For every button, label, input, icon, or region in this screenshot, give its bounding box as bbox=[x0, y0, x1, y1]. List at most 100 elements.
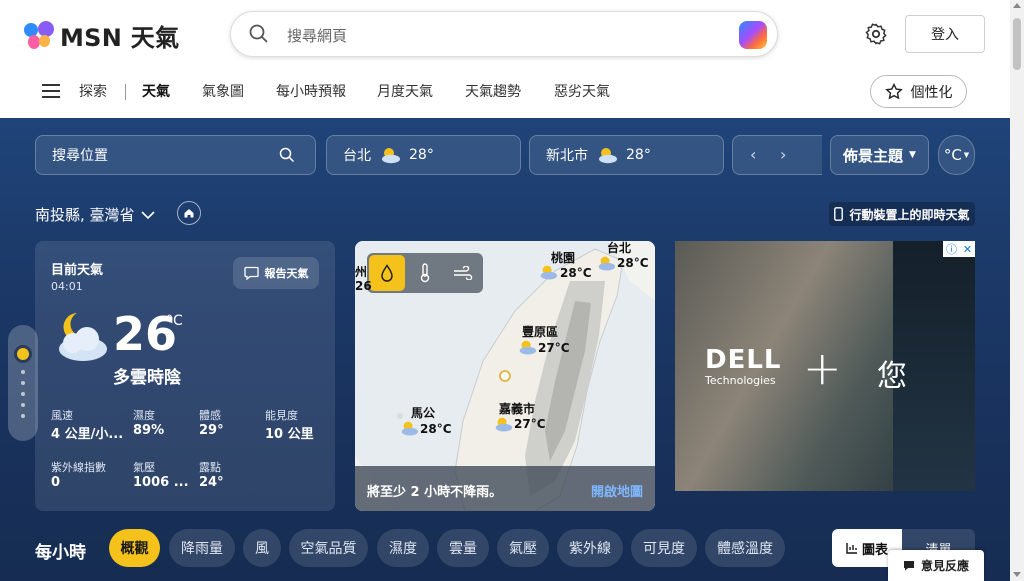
ad-choices-badge[interactable]: ⓘ ✕ bbox=[943, 241, 975, 257]
chip-feels-like[interactable]: 體感溫度 bbox=[705, 529, 785, 567]
partly-sunny-icon bbox=[382, 148, 400, 164]
partly-sunny-icon bbox=[519, 340, 537, 355]
chip-wind[interactable]: 風 bbox=[243, 529, 281, 567]
stat-label-visibility: 能見度 bbox=[265, 409, 298, 422]
stat-label-humidity: 濕度 bbox=[133, 409, 155, 422]
star-edit-icon bbox=[884, 82, 903, 99]
city-name: 新北市 bbox=[546, 148, 588, 164]
map-label-partial-name: 州 bbox=[355, 265, 368, 279]
current-weather-card: 目前天氣 04:01 報告天氣 26 °C 多雲時陰 風速 4 公里/小... … bbox=[35, 241, 335, 511]
stat-label-dew-point: 露點 bbox=[199, 461, 221, 474]
stat-value-dew-point: 24° bbox=[199, 475, 224, 490]
stat-value-wind: 4 公里/小... bbox=[51, 427, 124, 442]
ad-brand-sub: Technologies bbox=[705, 374, 776, 387]
home-icon bbox=[184, 209, 194, 218]
close-icon[interactable]: ✕ bbox=[963, 243, 972, 256]
msn-logo[interactable]: MSN 天氣 bbox=[24, 18, 179, 53]
precipitation-layer-button[interactable] bbox=[369, 255, 405, 291]
chip-uv[interactable]: 紫外線 bbox=[557, 529, 623, 567]
gear-icon[interactable] bbox=[864, 22, 888, 46]
mobile-label: 行動裝置上的即時天氣 bbox=[849, 207, 970, 222]
weather-map[interactable]: 州 26 桃園 28°C 台北 28°C 豐原區 27°C 嘉義市 27°C 馬… bbox=[355, 241, 655, 511]
hamburger-menu-icon[interactable] bbox=[42, 84, 60, 102]
open-map-link[interactable]: 開啟地圖 bbox=[591, 481, 643, 500]
stat-value-feels-like: 29° bbox=[199, 423, 224, 438]
rail-dot[interactable] bbox=[21, 403, 25, 407]
chevron-right-icon[interactable]: › bbox=[780, 145, 786, 164]
map-footer: 將至少 2 小時不降雨。 開啟地圖 bbox=[355, 466, 655, 511]
city-chip-new-taipei[interactable]: 新北市 28° bbox=[529, 135, 724, 175]
mobile-live-weather-button[interactable]: 行動裝置上的即時天氣 bbox=[829, 202, 975, 226]
rail-dot[interactable] bbox=[21, 370, 25, 374]
chip-humidity[interactable]: 濕度 bbox=[377, 529, 429, 567]
stat-label-uv: 紫外線指數 bbox=[51, 461, 106, 474]
theme-label: 佈景主題 bbox=[843, 146, 904, 165]
phone-icon bbox=[834, 207, 844, 221]
map-label-partial-temp: 26 bbox=[355, 279, 372, 293]
chart-icon bbox=[846, 543, 857, 554]
region-selector[interactable]: 南投縣, 臺灣省 bbox=[35, 204, 155, 225]
wind-icon bbox=[454, 266, 473, 280]
home-location-button[interactable] bbox=[177, 201, 201, 225]
rail-dot[interactable] bbox=[21, 392, 25, 396]
map-label-taipei-temp: 28°C bbox=[617, 256, 649, 270]
advertisement[interactable]: DELL Technologies + 您 ⓘ ✕ bbox=[675, 241, 975, 491]
sun-indicator-icon bbox=[14, 345, 32, 363]
page-scrollbar[interactable] bbox=[1010, 0, 1024, 581]
chip-visibility[interactable]: 可見度 bbox=[631, 529, 697, 567]
scroll-down-arrow-icon[interactable] bbox=[1013, 572, 1021, 577]
chevron-down-icon bbox=[140, 210, 155, 219]
temperature-layer-button[interactable] bbox=[407, 255, 443, 291]
map-label-chiayi-temp: 27°C bbox=[514, 417, 546, 431]
search-icon bbox=[249, 24, 268, 43]
chevron-left-icon[interactable]: ‹ bbox=[750, 145, 756, 164]
scroll-up-arrow-icon[interactable] bbox=[1013, 3, 1021, 8]
region-label: 南投縣, 臺灣省 bbox=[35, 206, 135, 224]
copilot-icon[interactable] bbox=[739, 21, 767, 49]
nav-item-weather[interactable]: 天氣 bbox=[142, 81, 170, 101]
report-weather-button[interactable]: 報告天氣 bbox=[233, 257, 319, 289]
stat-label-pressure: 氣壓 bbox=[133, 461, 155, 474]
city-chip-overflow[interactable] bbox=[732, 135, 822, 175]
chip-pressure[interactable]: 氣壓 bbox=[497, 529, 549, 567]
personalize-button[interactable]: 個性化 bbox=[870, 75, 967, 108]
chevron-down-icon: ▼ bbox=[963, 151, 970, 159]
partly-sunny-icon bbox=[495, 417, 513, 432]
chip-precipitation[interactable]: 降雨量 bbox=[169, 529, 235, 567]
stat-value-visibility: 10 公里 bbox=[265, 427, 314, 442]
city-chip-taipei[interactable]: 台北 28° bbox=[326, 135, 521, 175]
ad-you: 您 bbox=[877, 359, 907, 394]
feedback-button[interactable]: 意見反應 bbox=[888, 550, 984, 581]
rail-dot[interactable] bbox=[21, 414, 25, 418]
temperature-unit: °C bbox=[166, 313, 183, 329]
chart-view-label: 圖表 bbox=[861, 542, 888, 558]
rail-dot[interactable] bbox=[21, 381, 25, 385]
partly-sunny-icon bbox=[598, 256, 616, 271]
current-weather-title: 目前天氣 bbox=[51, 263, 104, 278]
search-icon bbox=[279, 147, 295, 163]
scrollbar-thumb[interactable] bbox=[1013, 18, 1021, 70]
nav-item-monthly[interactable]: 月度天氣 bbox=[377, 81, 433, 101]
map-layer-toolbar bbox=[367, 253, 483, 293]
chip-overview[interactable]: 概觀 bbox=[109, 529, 160, 567]
nav-item-hourly[interactable]: 每小時預報 bbox=[276, 81, 346, 101]
side-rail[interactable] bbox=[8, 325, 38, 441]
wind-layer-button[interactable] bbox=[445, 255, 481, 291]
nav-item-trends[interactable]: 天氣趨勢 bbox=[465, 81, 521, 101]
web-search-box[interactable]: 搜尋網頁 bbox=[230, 11, 778, 57]
city-temp: 28° bbox=[409, 147, 434, 163]
login-button[interactable]: 登入 bbox=[905, 15, 985, 53]
top-header: MSN 天氣 搜尋網頁 登入 bbox=[0, 0, 1010, 68]
nav-divider bbox=[125, 84, 126, 100]
hourly-section-title: 每小時 bbox=[35, 543, 86, 563]
nav-item-weather-map[interactable]: 氣象圖 bbox=[202, 81, 244, 101]
chip-cloud-cover[interactable]: 雲量 bbox=[437, 529, 489, 567]
nav-item-explore[interactable]: 探索 bbox=[79, 81, 107, 101]
theme-dropdown[interactable]: 佈景主題 ▼ bbox=[830, 135, 929, 175]
nav-item-severe[interactable]: 惡劣天氣 bbox=[554, 81, 610, 101]
location-search-input[interactable]: 搜尋位置 bbox=[35, 135, 316, 175]
partly-sunny-icon bbox=[401, 421, 419, 436]
chip-air-quality[interactable]: 空氣品質 bbox=[289, 529, 368, 567]
unit-dropdown[interactable]: °C ▼ bbox=[938, 135, 975, 175]
chevron-down-icon: ▼ bbox=[909, 150, 916, 160]
